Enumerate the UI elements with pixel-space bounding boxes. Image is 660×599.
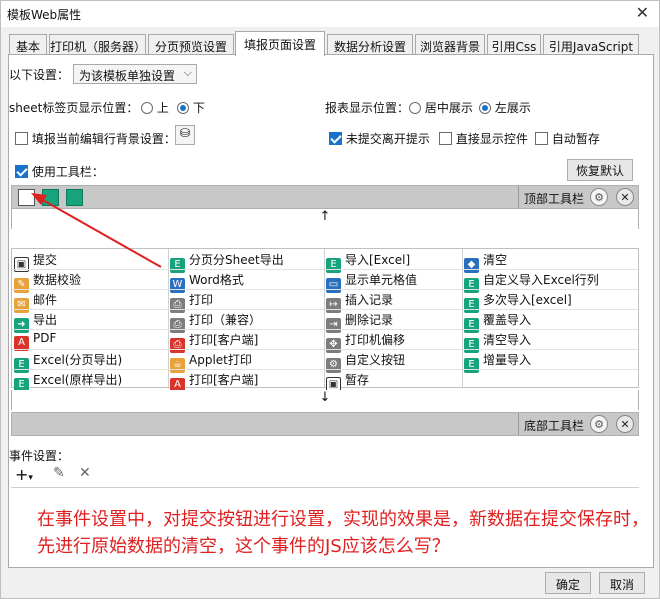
ok-button[interactable]: 确定 [545,572,591,594]
cancel-button[interactable]: 取消 [599,572,645,594]
dialog-window: 模板Web属性 ✕ 基本 打印机（服务器） 分页预览设置 填报页面设置 数据分析… [0,0,660,599]
annotation-text: 在事件设置中，对提交按钮进行设置，实现的效果是，新数据在提交保存时，先进行原始数… [37,509,649,557]
tab-fill-page[interactable]: 填报页面设置 [235,31,325,56]
